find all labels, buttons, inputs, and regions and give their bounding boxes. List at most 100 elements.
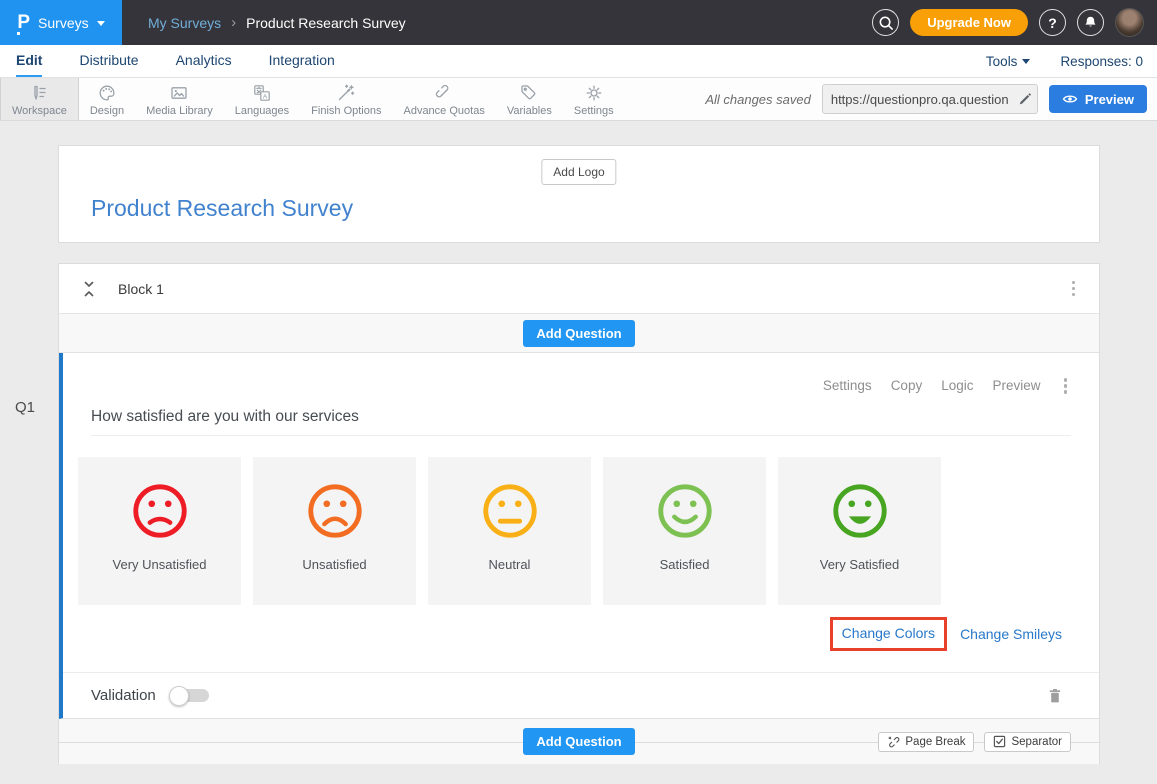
responses-count[interactable]: Responses: 0	[1060, 54, 1143, 69]
bell-icon	[1083, 15, 1098, 30]
question-text[interactable]: How satisfied are you with our services	[91, 408, 359, 426]
toolbar-item-media-library[interactable]: Media Library	[135, 78, 224, 120]
edit-url-button[interactable]	[1013, 92, 1037, 106]
tab-integration[interactable]: Integration	[269, 45, 335, 77]
product-menu-label: Surveys	[38, 15, 89, 31]
toolbar-item-settings[interactable]: Settings	[563, 78, 625, 120]
checkbox-icon	[993, 735, 1006, 748]
separator-button[interactable]: Separator	[984, 732, 1071, 752]
breadcrumb-separator: ›	[231, 14, 236, 31]
toolbar-right: All changes saved Preview	[705, 78, 1157, 120]
question-number: Q1	[15, 399, 35, 416]
media-library-icon	[169, 83, 189, 103]
smiley-option-label: Unsatisfied	[302, 557, 366, 572]
toolbar-label: Media Library	[146, 105, 213, 117]
page-break-button[interactable]: Page Break	[878, 732, 974, 752]
satisfied-smiley-icon	[654, 480, 716, 542]
toolbar-label: Workspace	[12, 105, 67, 117]
change-colors-link[interactable]: Change Colors	[842, 625, 935, 641]
collapse-block-button[interactable]	[81, 280, 97, 298]
breadcrumb-my-surveys[interactable]: My Surveys	[148, 15, 221, 31]
toolbar-item-finish-options[interactable]: Finish Options	[300, 78, 392, 120]
toggle-knob	[169, 686, 189, 706]
toolbar-label: Variables	[507, 105, 552, 117]
chevron-down-icon	[1022, 59, 1030, 64]
smiley-option-neutral[interactable]: Neutral	[428, 457, 591, 605]
question-card: Settings Copy Logic Preview How satisfie…	[59, 353, 1099, 719]
survey-title[interactable]: Product Research Survey	[91, 195, 353, 222]
smiley-option-label: Satisfied	[660, 557, 710, 572]
variables-icon	[519, 83, 539, 103]
toolbar-item-workspace[interactable]: Workspace	[0, 78, 79, 120]
finish-options-icon	[336, 83, 356, 103]
toolbar-label: Languages	[235, 105, 289, 117]
svg-text:A: A	[263, 93, 268, 100]
unsatisfied-smiley-icon	[304, 480, 366, 542]
languages-icon: A	[252, 83, 272, 103]
pencil-icon	[1018, 92, 1032, 106]
avatar[interactable]	[1115, 8, 1144, 37]
tools-label: Tools	[986, 54, 1018, 69]
question-menu-button[interactable]	[1060, 374, 1072, 398]
add-question-row-top: Add Question	[59, 314, 1099, 353]
questionpro-logo-icon: P	[17, 13, 30, 32]
tab-analytics[interactable]: Analytics	[176, 45, 232, 77]
smiley-option-very-unsatisfied[interactable]: Very Unsatisfied	[78, 457, 241, 605]
smiley-option-unsatisfied[interactable]: Unsatisfied	[253, 457, 416, 605]
block-menu-button[interactable]	[1068, 277, 1080, 301]
block-card: Block 1 Add Question Settings Copy Logic…	[58, 263, 1100, 764]
tab-edit[interactable]: Edit	[16, 45, 42, 77]
page-break-label: Page Break	[905, 736, 965, 748]
toolbar-item-design[interactable]: Design	[79, 78, 135, 120]
save-status: All changes saved	[705, 92, 811, 107]
survey-url-input[interactable]	[823, 92, 1013, 107]
tools-menu[interactable]: Tools	[986, 54, 1031, 69]
top-bar: P Surveys My Surveys › Product Research …	[0, 0, 1157, 45]
add-logo-button[interactable]: Add Logo	[541, 159, 616, 185]
separator-label: Separator	[1011, 736, 1062, 748]
smiley-option-label: Neutral	[489, 557, 531, 572]
preview-button[interactable]: Preview	[1049, 85, 1147, 113]
tab-distribute[interactable]: Distribute	[79, 45, 138, 77]
question-actions: Settings Copy Logic Preview	[823, 374, 1071, 398]
smiley-scale: Very Unsatisfied Unsatisfied Neutral	[78, 457, 1099, 605]
smiley-settings-links: Change Colors Change Smileys	[830, 617, 1062, 651]
collapse-icon	[81, 280, 97, 298]
add-question-row-bottom: Add Question Page Break Separator	[59, 719, 1099, 764]
question-preview-link[interactable]: Preview	[992, 378, 1040, 393]
delete-question-button[interactable]	[1047, 687, 1063, 705]
page-break-icon	[887, 735, 900, 748]
help-icon: ?	[1048, 15, 1057, 31]
trash-icon	[1047, 687, 1063, 705]
question-copy-link[interactable]: Copy	[891, 378, 923, 393]
toolbar-item-languages[interactable]: A Languages	[224, 78, 300, 120]
add-question-button-top[interactable]: Add Question	[523, 320, 634, 347]
change-smileys-link[interactable]: Change Smileys	[960, 626, 1062, 642]
very-satisfied-smiley-icon	[829, 480, 891, 542]
settings-icon	[584, 83, 604, 103]
annotation-highlight-box: Change Colors	[830, 617, 947, 651]
validation-label: Validation	[91, 687, 156, 704]
toolbar-label: Design	[90, 105, 124, 117]
toolbar-label: Advance Quotas	[403, 105, 484, 117]
question-settings-link[interactable]: Settings	[823, 378, 872, 393]
notifications-button[interactable]	[1077, 9, 1104, 36]
editor-toolbar: Workspace Design Media Library A Languag…	[0, 78, 1157, 121]
toolbar-item-variables[interactable]: Variables	[496, 78, 563, 120]
smiley-option-label: Very Unsatisfied	[113, 557, 207, 572]
upgrade-now-button[interactable]: Upgrade Now	[910, 9, 1028, 36]
help-button[interactable]: ?	[1039, 9, 1066, 36]
validation-toggle[interactable]	[169, 686, 211, 706]
product-menu[interactable]: P Surveys	[0, 0, 122, 45]
search-button[interactable]	[872, 9, 899, 36]
add-question-button-bottom[interactable]: Add Question	[523, 728, 634, 755]
smiley-option-satisfied[interactable]: Satisfied	[603, 457, 766, 605]
question-logic-link[interactable]: Logic	[941, 378, 973, 393]
search-icon	[878, 15, 894, 31]
smiley-option-very-satisfied[interactable]: Very Satisfied	[778, 457, 941, 605]
validation-row: Validation	[63, 672, 1099, 718]
breadcrumb-current: Product Research Survey	[246, 15, 406, 31]
block-title[interactable]: Block 1	[118, 281, 164, 297]
toolbar-item-advance-quotas[interactable]: Advance Quotas	[392, 78, 495, 120]
survey-url-box	[822, 84, 1038, 114]
